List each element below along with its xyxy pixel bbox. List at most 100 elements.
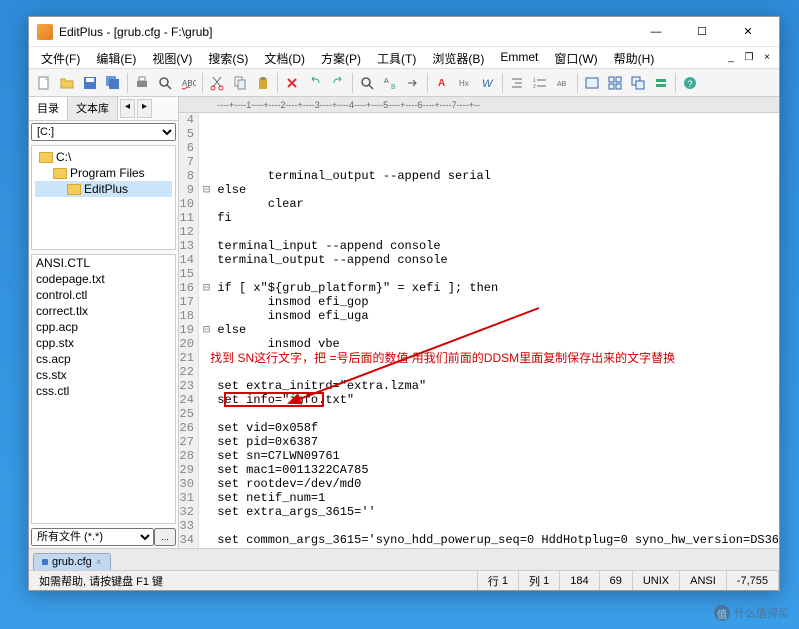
paste-button[interactable]: [252, 72, 274, 94]
tile-button[interactable]: [604, 72, 626, 94]
maximize-button[interactable]: ☐: [679, 17, 725, 46]
sidebar-tab-directory[interactable]: 目录: [29, 97, 68, 120]
print-button[interactable]: [131, 72, 153, 94]
tree-item[interactable]: EditPlus: [35, 181, 172, 197]
mdi-close-icon[interactable]: ×: [759, 49, 775, 65]
menu-window[interactable]: 窗口(W): [546, 47, 605, 68]
code-line[interactable]: set sn=C7LWN09761: [203, 449, 779, 463]
code-line[interactable]: set extra_initrd="extra.lzma": [203, 379, 779, 393]
browser-button[interactable]: [581, 72, 603, 94]
find-button[interactable]: [356, 72, 378, 94]
code-line[interactable]: set extra_args_3615='': [203, 505, 779, 519]
menu-edit[interactable]: 编辑(E): [88, 47, 144, 68]
menu-browser[interactable]: 浏览器(B): [424, 47, 492, 68]
save-button[interactable]: [79, 72, 101, 94]
code-line[interactable]: insmod vbe: [203, 337, 779, 351]
copy-button[interactable]: [229, 72, 251, 94]
replace-button[interactable]: AB: [379, 72, 401, 94]
status-hint: 如需帮助, 请按键盘 F1 键: [29, 571, 478, 590]
file-item[interactable]: control.ctl: [32, 287, 175, 303]
code-line[interactable]: insmod efi_gop: [203, 295, 779, 309]
open-file-button[interactable]: [56, 72, 78, 94]
file-item[interactable]: cs.stx: [32, 367, 175, 383]
watermark-icon: 值: [714, 605, 730, 621]
tree-item[interactable]: C:\: [35, 149, 172, 165]
code-line[interactable]: set common_args_3615='syno_hdd_powerup_s…: [203, 533, 779, 547]
code-line[interactable]: fi: [203, 211, 779, 225]
hex-button[interactable]: Hx: [454, 72, 476, 94]
doctab-grub[interactable]: grub.cfg ×: [33, 553, 111, 570]
code-line[interactable]: set mac1=0011322CA785: [203, 463, 779, 477]
preview-button[interactable]: [154, 72, 176, 94]
menu-help[interactable]: 帮助(H): [606, 47, 663, 68]
code-line[interactable]: clear: [203, 197, 779, 211]
code-line[interactable]: set pid=0x6387: [203, 435, 779, 449]
save-all-button[interactable]: [102, 72, 124, 94]
menu-project[interactable]: 方案(P): [313, 47, 369, 68]
code-line[interactable]: set rootdev=/dev/md0: [203, 477, 779, 491]
goto-button[interactable]: [402, 72, 424, 94]
nav-prev-icon[interactable]: ◂: [120, 99, 135, 118]
drive-select[interactable]: [C:]: [31, 123, 176, 141]
file-item[interactable]: cs.acp: [32, 351, 175, 367]
directory-tree[interactable]: C:\Program FilesEditPlus: [31, 145, 176, 250]
cascade-button[interactable]: [627, 72, 649, 94]
file-item[interactable]: correct.tlx: [32, 303, 175, 319]
menu-emmet[interactable]: Emmet: [492, 47, 546, 68]
code-line[interactable]: 找到 SN这行文字，把 =号后面的数值 用我们前面的DDSM里面复制保存出来的文…: [203, 351, 779, 365]
code-line[interactable]: [203, 519, 779, 533]
file-item[interactable]: cpp.acp: [32, 319, 175, 335]
menu-search[interactable]: 搜索(S): [200, 47, 256, 68]
nav-next-icon[interactable]: ▸: [137, 99, 152, 118]
code-line[interactable]: set info="info.txt": [203, 393, 779, 407]
mdi-minimize-icon[interactable]: _: [723, 49, 739, 65]
menu-document[interactable]: 文档(D): [256, 47, 313, 68]
code-line[interactable]: ⊟ else: [203, 183, 779, 197]
file-list[interactable]: ANSI.CTLcodepage.txtcontrol.ctlcorrect.t…: [31, 254, 176, 524]
line-number-button[interactable]: 12: [529, 72, 551, 94]
cut-button[interactable]: [206, 72, 228, 94]
menu-view[interactable]: 视图(V): [144, 47, 200, 68]
code-line[interactable]: insmod efi_uga: [203, 309, 779, 323]
filter-options-button[interactable]: ...: [154, 528, 176, 546]
editor: ----+----1----+----2----+----3----+----4…: [179, 97, 779, 548]
delete-button[interactable]: [281, 72, 303, 94]
code-line[interactable]: set vid=0x058f: [203, 421, 779, 435]
code-line[interactable]: terminal_output --append serial: [203, 169, 779, 183]
close-button[interactable]: ✕: [725, 17, 771, 46]
code-area[interactable]: 4567891011121314151617181920212223242526…: [179, 113, 779, 548]
redo-button[interactable]: [327, 72, 349, 94]
ruler-button[interactable]: AB: [552, 72, 574, 94]
spellcheck-button[interactable]: ABC: [177, 72, 199, 94]
tree-item[interactable]: Program Files: [35, 165, 172, 181]
help-button[interactable]: ?: [679, 72, 701, 94]
menu-file[interactable]: 文件(F): [33, 47, 88, 68]
code-line[interactable]: [203, 407, 779, 421]
file-item[interactable]: ANSI.CTL: [32, 255, 175, 271]
code-line[interactable]: ⊟ else: [203, 323, 779, 337]
sidebar-tab-cliptext[interactable]: 文本库: [68, 97, 118, 120]
indent-button[interactable]: [506, 72, 528, 94]
code-line[interactable]: [203, 365, 779, 379]
code-line[interactable]: terminal_input --append console: [203, 239, 779, 253]
code-line[interactable]: ⊟ if [ x"${grub_platform}" = xefi ]; the…: [203, 281, 779, 295]
code-line[interactable]: [203, 267, 779, 281]
code-line[interactable]: terminal_output --append console: [203, 253, 779, 267]
font-color-button[interactable]: A: [431, 72, 453, 94]
settings-button[interactable]: [650, 72, 672, 94]
menu-tools[interactable]: 工具(T): [369, 47, 424, 68]
tab-close-icon[interactable]: ×: [96, 557, 102, 568]
file-filter-select[interactable]: 所有文件 (*.*): [31, 528, 154, 546]
new-file-button[interactable]: [33, 72, 55, 94]
mdi-restore-icon[interactable]: ❐: [741, 49, 757, 65]
file-item[interactable]: codepage.txt: [32, 271, 175, 287]
wordwrap-button[interactable]: W: [477, 72, 499, 94]
code-line[interactable]: set netif_num=1: [203, 491, 779, 505]
file-item[interactable]: css.ctl: [32, 383, 175, 399]
file-item[interactable]: cpp.stx: [32, 335, 175, 351]
minimize-button[interactable]: —: [633, 17, 679, 46]
code-line[interactable]: [203, 547, 779, 548]
undo-button[interactable]: [304, 72, 326, 94]
code-line[interactable]: [203, 225, 779, 239]
status-line: 行 1: [478, 571, 519, 590]
